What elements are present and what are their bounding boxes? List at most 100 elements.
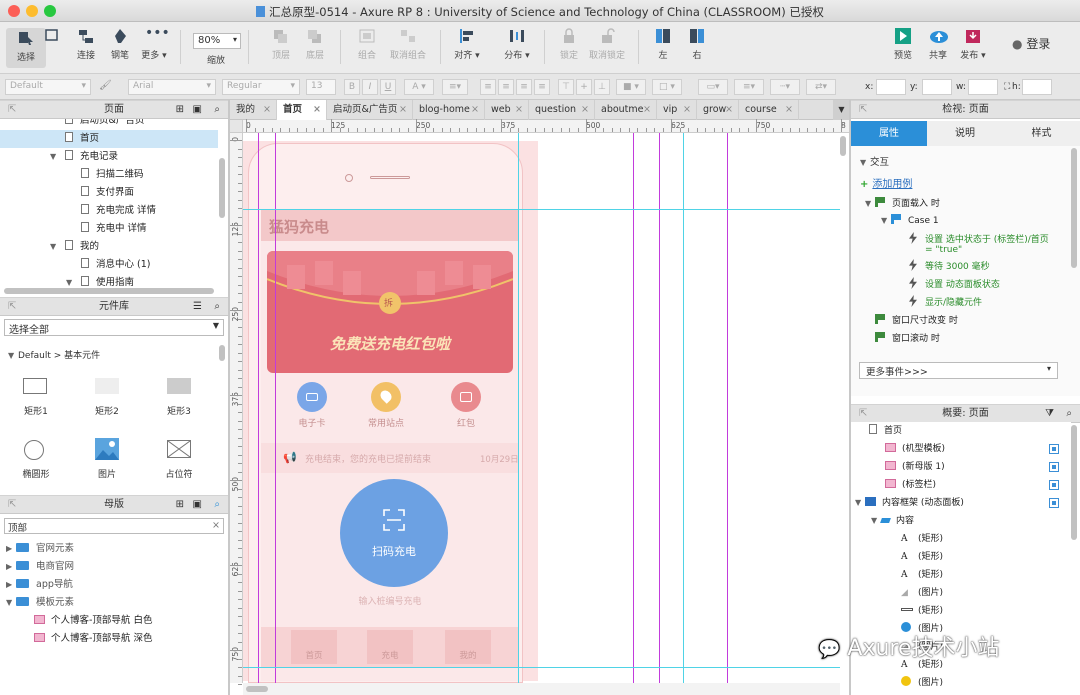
master-item[interactable]: ▶ 电商官网 [0, 558, 220, 576]
expand-toggle-icon[interactable]: ▼ [50, 238, 60, 256]
action-item[interactable]: 设置 动态面板状态 [909, 277, 1000, 290]
inspector-scrollbar[interactable] [1071, 148, 1077, 268]
tab-question[interactable]: question × [529, 100, 595, 120]
width-input[interactable] [968, 79, 998, 95]
outline-item[interactable]: (矩形) [851, 602, 1071, 620]
search-icon[interactable]: ⌕ [214, 496, 220, 513]
select-mode-icon-button[interactable] [40, 28, 64, 48]
masters-search-input[interactable]: 顶部 × [4, 518, 224, 534]
tabs-overflow-button[interactable]: ▼ [833, 100, 850, 120]
x-input[interactable] [876, 79, 906, 95]
page-item[interactable]: 充电中 详情 [0, 220, 218, 238]
master-item[interactable]: ▶ 官网元素 [0, 540, 220, 558]
collapse-icon[interactable]: ⇱ [8, 298, 16, 315]
aspect-lock-icon[interactable]: ⛶ [1004, 82, 1010, 92]
close-icon[interactable]: × [399, 100, 407, 120]
page-item[interactable]: ▼ 我的 [0, 238, 218, 256]
expand-toggle-icon[interactable]: ▼ [881, 216, 891, 225]
expand-toggle-icon[interactable]: ▶ [6, 576, 16, 594]
more-tools-button[interactable]: ••• 更多 ▾ [138, 26, 170, 61]
expand-toggle-icon[interactable]: ▼ [66, 274, 76, 286]
rectangle1-widget-icon[interactable] [23, 378, 47, 394]
valign-middle-button[interactable]: + [576, 79, 592, 95]
clear-icon[interactable]: × [212, 520, 220, 531]
arrow-style-button[interactable]: ⇄▾ [806, 79, 836, 95]
right-panel-toggle[interactable]: 右 [686, 28, 708, 61]
add-case-link[interactable]: + 添加用例 [860, 175, 912, 190]
action-item[interactable]: 设置 选中状态于 (标签栏)/首页 = "true" [909, 232, 1049, 255]
outline-item[interactable]: ▼ 内容 [851, 512, 1071, 530]
close-icon[interactable]: × [643, 100, 651, 120]
tab-vip[interactable]: vip × [657, 100, 697, 120]
tab-course[interactable]: course × [739, 100, 799, 120]
master-item[interactable]: ▼ 模板元素 [0, 594, 220, 612]
search-icon[interactable]: ⌕ [214, 101, 220, 118]
menu-icon[interactable]: ☰ [193, 298, 202, 315]
left-panel-toggle[interactable]: 左 [652, 28, 674, 61]
tab-style[interactable]: 样式 [1003, 121, 1080, 146]
event-item[interactable]: 窗口尺寸改变 时 [865, 313, 958, 326]
italic-button[interactable]: I [362, 79, 378, 95]
expand-toggle-icon[interactable]: ▶ [6, 540, 16, 558]
left-splitter[interactable] [228, 100, 230, 695]
design-canvas[interactable]: 猛犸充电 拆 免费送充电红包啦 电子卡 常用站点 红包 📢 充电结束，您的充电已… [243, 133, 840, 683]
valign-top-button[interactable]: ⊤ [558, 79, 574, 95]
pages-scrollbar[interactable] [219, 158, 225, 218]
tab-blog-home[interactable]: blog-home × [413, 100, 485, 120]
zoom-select[interactable]: 80% ▾ [193, 33, 241, 49]
unlock-button[interactable]: 取消锁定 [588, 28, 626, 61]
align-text-center-button[interactable]: ≡ [498, 79, 514, 95]
close-icon[interactable]: × [683, 100, 691, 120]
close-icon[interactable]: × [313, 100, 321, 120]
collapse-icon[interactable]: ⇱ [859, 101, 867, 118]
action-item[interactable]: 等待 3000 毫秒 [909, 259, 990, 272]
publish-button[interactable]: 发布 ▾ [958, 28, 988, 61]
visibility-checkbox[interactable] [1049, 480, 1059, 490]
outline-item[interactable]: ▼ 内容框架 (动态面板) [851, 494, 1071, 512]
event-item[interactable]: ▼ 页面载入 时 [865, 196, 940, 209]
library-group-header[interactable]: ▼ Default > 基本元件 [8, 348, 100, 361]
guide-line[interactable] [659, 133, 660, 683]
visibility-checkbox[interactable] [1049, 462, 1059, 472]
outline-item[interactable]: (图片) [851, 674, 1071, 692]
close-icon[interactable]: × [725, 100, 733, 120]
close-icon[interactable]: × [515, 100, 523, 120]
library-select[interactable]: 选择全部 ▼ [4, 319, 224, 336]
align-text-right-button[interactable]: ≡ [516, 79, 532, 95]
font-select[interactable]: Arial ▾ [128, 79, 216, 95]
page-item[interactable]: ▼ 充电记录 [0, 148, 218, 166]
fill-color-button[interactable]: ■ ▾ [616, 79, 646, 95]
preview-button[interactable]: 预览 [890, 28, 916, 61]
guide-line[interactable] [727, 133, 728, 683]
master-item[interactable]: 个人博客-顶部导航 深色 [0, 630, 220, 648]
tab-我的[interactable]: 我的 × [230, 100, 277, 120]
underline-button[interactable]: U [380, 79, 396, 95]
placeholder-widget-icon[interactable] [167, 440, 191, 458]
more-events-select[interactable]: 更多事件>>> ▾ [859, 362, 1058, 379]
y-input[interactable] [922, 79, 952, 95]
font-color-button[interactable]: A ▾ [404, 79, 434, 95]
add-master-icon[interactable]: ⊞ [176, 496, 184, 513]
tab-aboutme[interactable]: aboutme × [595, 100, 657, 120]
page-item[interactable]: 启动页&广告页 [0, 119, 218, 130]
widgets-scrollbar[interactable] [219, 345, 225, 361]
rectangle3-widget-icon[interactable] [167, 378, 191, 394]
align-button[interactable]: 对齐 ▾ [450, 28, 484, 61]
page-item[interactable]: 首页 [0, 130, 218, 148]
guide-line[interactable] [275, 133, 276, 683]
expand-toggle-icon[interactable]: ▶ [6, 558, 16, 576]
page-item[interactable]: 支付界面 [0, 184, 218, 202]
add-folder-icon[interactable]: ▣ [193, 101, 202, 118]
canvas-hscrollbar[interactable] [246, 686, 268, 692]
event-item[interactable]: 窗口滚动 时 [865, 331, 940, 344]
justify-button[interactable]: ≡ [534, 79, 550, 95]
outline-item[interactable]: (新母版 1) [851, 458, 1071, 476]
guide-line[interactable] [683, 133, 684, 683]
format-painter-icon[interactable]: 🖌 [99, 80, 113, 94]
connect-tool-button[interactable]: 连接 [72, 28, 100, 61]
filter-icon[interactable]: ⧩ [1045, 405, 1054, 422]
valign-bottom-button[interactable]: ⊥ [594, 79, 610, 95]
guide-line[interactable] [258, 133, 259, 683]
add-page-icon[interactable]: ⊞ [176, 101, 184, 118]
line-width-button[interactable]: ≡▾ [734, 79, 764, 95]
